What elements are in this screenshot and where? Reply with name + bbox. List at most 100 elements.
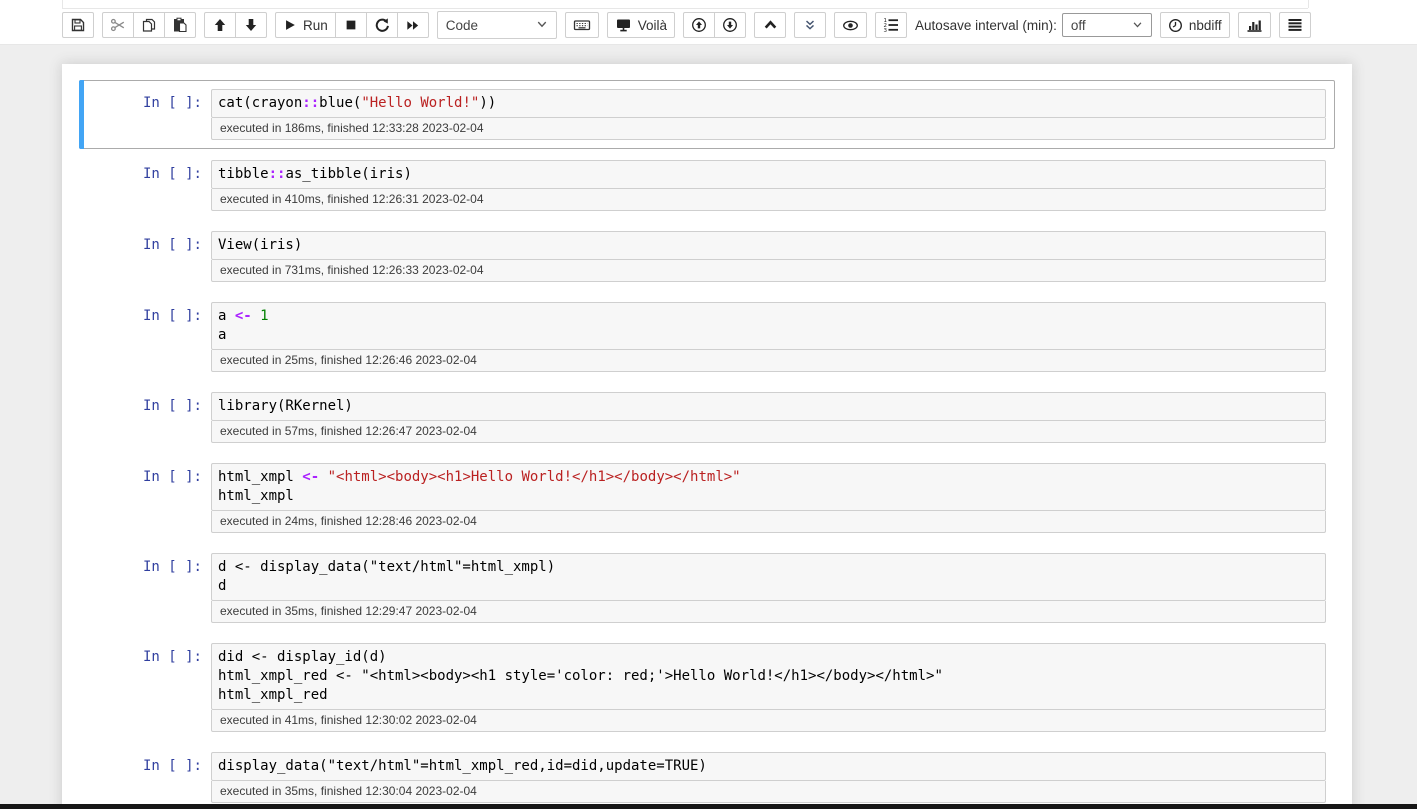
cell-prompt: In [ ]: [88, 752, 211, 803]
code-cell[interactable]: In [ ]: d <- display_data("text/html"=ht… [79, 544, 1335, 632]
toc-button[interactable]: 123 [875, 12, 907, 38]
autosave-interval-select[interactable]: off [1062, 13, 1152, 37]
cell-main: d <- display_data("text/html"=html_xmpl)… [211, 553, 1326, 623]
cell-main: View(iris) executed in 731ms, finished 1… [211, 231, 1326, 282]
code-line: a [218, 326, 1319, 345]
cell-main: tibble::as_tibble(iris) executed in 410m… [211, 160, 1326, 211]
cell-prompt: In [ ]: [88, 643, 211, 732]
run-button-label: Run [303, 18, 328, 33]
clock-icon [1168, 18, 1183, 33]
code-line: library(RKernel) [218, 397, 1319, 416]
code-token: html_xmpl_red [218, 687, 328, 703]
code-cell[interactable]: In [ ]: cat(crayon::blue("Hello World!")… [79, 80, 1335, 149]
cell-execution-timing: executed in 35ms, finished 12:29:47 2023… [211, 601, 1326, 623]
double-chevron-down-icon [803, 18, 817, 32]
command-palette-button[interactable] [565, 12, 599, 38]
code-token: a [218, 327, 226, 343]
cell-prompt: In [ ]: [88, 463, 211, 533]
code-token: tibble [218, 166, 269, 182]
cell-main: a <- 1a executed in 25ms, finished 12:26… [211, 302, 1326, 372]
cell-prompt: In [ ]: [88, 392, 211, 443]
move-up-icon [212, 17, 228, 33]
run-button[interactable]: Run [275, 12, 336, 38]
voila-button[interactable]: Voilà [607, 12, 675, 38]
code-line: html_xmpl_red [218, 686, 1319, 705]
chevron-down-icon [536, 18, 548, 33]
monitor-icon [615, 17, 632, 33]
code-cell[interactable]: In [ ]: a <- 1a executed in 25ms, finish… [79, 293, 1335, 381]
cell-prompt: In [ ]: [88, 553, 211, 623]
code-token: library(RKernel) [218, 398, 353, 414]
copy-button[interactable] [133, 12, 165, 38]
code-token: )) [479, 95, 496, 111]
cell-input[interactable]: tibble::as_tibble(iris) [211, 160, 1326, 189]
svg-text:3: 3 [884, 28, 888, 33]
expand-button[interactable] [794, 12, 826, 38]
code-cell[interactable]: In [ ]: library(RKernel) executed in 57m… [79, 383, 1335, 452]
cell-input[interactable]: html_xmpl <- "<html><body><h1>Hello Worl… [211, 463, 1326, 511]
list-button[interactable] [1279, 12, 1311, 38]
cell-execution-timing: executed in 57ms, finished 12:26:47 2023… [211, 421, 1326, 443]
code-line: d <- display_data("text/html"=html_xmpl) [218, 558, 1319, 577]
code-token: <- [302, 469, 319, 485]
code-cell[interactable]: In [ ]: tibble::as_tibble(iris) executed… [79, 151, 1335, 220]
jupyter-notebook-window: Run Code [0, 0, 1417, 809]
cell-prompt: In [ ]: [88, 231, 211, 282]
move-cell-down-button[interactable] [235, 12, 267, 38]
move-cell-button-group [204, 12, 267, 38]
paste-button[interactable] [164, 12, 196, 38]
chart-button[interactable] [1238, 12, 1271, 38]
cell-type-select[interactable]: Code [437, 11, 557, 39]
move-cell-up-button[interactable] [204, 12, 236, 38]
scroll-output-button-group [683, 12, 746, 38]
cell-execution-timing: executed in 35ms, finished 12:30:04 2023… [211, 781, 1326, 803]
cell-input[interactable]: d <- display_data("text/html"=html_xmpl)… [211, 553, 1326, 601]
cut-button[interactable] [102, 12, 134, 38]
restart-run-all-button[interactable] [397, 12, 429, 38]
autosave-label: Autosave interval (min): [915, 18, 1057, 33]
cell-input[interactable]: a <- 1a [211, 302, 1326, 350]
toggle-visibility-button[interactable] [834, 12, 867, 38]
code-cell[interactable]: In [ ]: View(iris) executed in 731ms, fi… [79, 222, 1335, 291]
nbdiff-button[interactable]: nbdiff [1160, 12, 1230, 38]
cell-execution-timing: executed in 410ms, finished 12:26:31 202… [211, 189, 1326, 211]
cell-execution-timing: executed in 25ms, finished 12:26:46 2023… [211, 350, 1326, 372]
scroll-up-button[interactable] [683, 12, 715, 38]
save-icon [70, 17, 86, 33]
voila-button-label: Voilà [638, 18, 667, 33]
restart-run-all-icon [405, 18, 420, 33]
code-token [252, 308, 260, 324]
cell-input[interactable]: did <- display_id(d)html_xmpl_red <- "<h… [211, 643, 1326, 710]
code-line: display_data("text/html"=html_xmpl_red,i… [218, 757, 1319, 776]
cell-execution-timing: executed in 41ms, finished 12:30:02 2023… [211, 710, 1326, 732]
autosave-value: off [1071, 18, 1086, 33]
menu-border-right [1308, 0, 1309, 8]
cell-main: did <- display_id(d)html_xmpl_red <- "<h… [211, 643, 1326, 732]
code-cell[interactable]: In [ ]: did <- display_id(d) html_xmpl_re… [79, 634, 1335, 741]
cell-type-value: Code [446, 18, 478, 33]
cell-prompt: In [ ]: [88, 89, 211, 140]
save-button[interactable] [62, 12, 94, 38]
code-line: did <- display_id(d) [218, 648, 1319, 667]
interrupt-kernel-button[interactable] [335, 12, 367, 38]
cell-prompt: In [ ]: [88, 302, 211, 372]
code-cell[interactable]: In [ ]: html_xmpl <- "<html><body><h1>He… [79, 454, 1335, 542]
cell-input[interactable]: display_data("text/html"=html_xmpl_red,i… [211, 752, 1326, 781]
code-line: html_xmpl [218, 487, 1319, 506]
cell-input[interactable]: cat(crayon::blue("Hello World!")) [211, 89, 1326, 118]
cell-input[interactable]: library(RKernel) [211, 392, 1326, 421]
cell-execution-timing: executed in 731ms, finished 12:26:33 202… [211, 260, 1326, 282]
restart-kernel-button[interactable] [366, 12, 398, 38]
stop-icon [344, 18, 358, 32]
cell-main: cat(crayon::blue("Hello World!")) execut… [211, 89, 1326, 140]
collapse-button[interactable] [754, 12, 786, 38]
code-token: cat(crayon [218, 95, 302, 111]
code-token: "<html><body><h1>Hello World!</h1></body… [328, 469, 741, 485]
code-token: a [218, 308, 235, 324]
code-cell[interactable]: In [ ]: display_data("text/html"=html_xm… [79, 743, 1335, 809]
code-line: View(iris) [218, 236, 1319, 255]
code-token: html_xmpl [218, 488, 294, 504]
scroll-down-button[interactable] [714, 12, 746, 38]
chevron-down-icon [1132, 18, 1143, 33]
cell-input[interactable]: View(iris) [211, 231, 1326, 260]
